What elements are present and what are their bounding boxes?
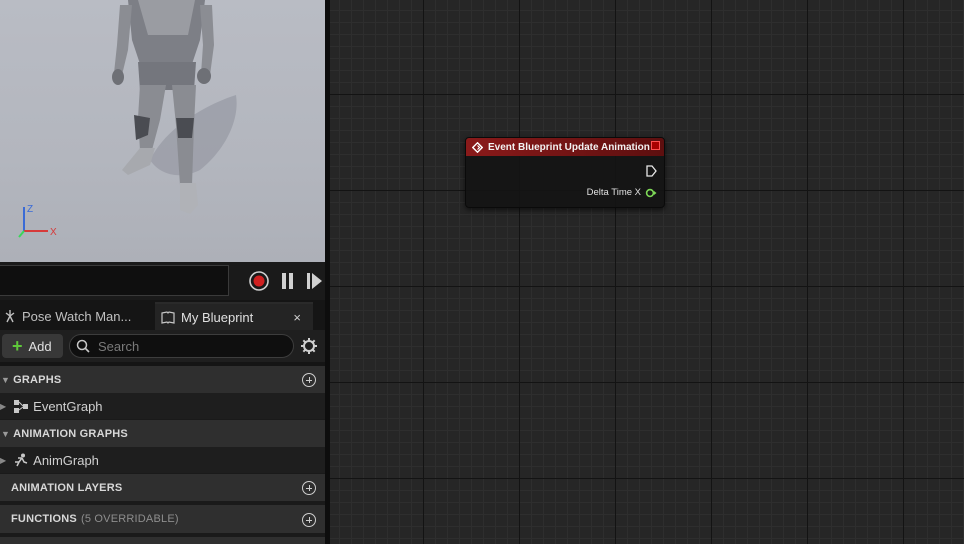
tab-my-blueprint[interactable]: My Blueprint × [155, 302, 313, 330]
section-label: GRAPHS [13, 373, 62, 386]
exec-output-pin-icon[interactable] [646, 164, 657, 182]
chevron-down-icon: ▼ [1, 374, 11, 385]
item-label: EventGraph [33, 398, 103, 414]
anim-graph-icon [14, 453, 28, 467]
chevron-down-icon: ▼ [1, 428, 11, 439]
tab-label: My Blueprint [181, 309, 254, 325]
section-label: ANIMATION GRAPHS [13, 427, 128, 440]
tab-label: Pose Watch Man... [22, 308, 132, 324]
event-node[interactable]: Event Blueprint Update Animation Delta T… [465, 137, 665, 208]
section-animation-graphs[interactable]: ▼ ANIMATION GRAPHS [0, 420, 325, 447]
section-animation-layers[interactable]: ANIMATION LAYERS [0, 474, 325, 501]
tab-pose-watch-manager[interactable]: Pose Watch Man... [0, 302, 150, 330]
animation-viewport[interactable]: Z X [0, 0, 325, 262]
node-title: Event Blueprint Update Animation [488, 141, 650, 153]
list-item-animgraph[interactable]: ▶ AnimGraph [0, 447, 325, 473]
list-item-eventgraph[interactable]: ▶ EventGraph [0, 393, 325, 419]
section-label: FUNCTIONS [11, 513, 77, 525]
blueprint-toolbar: + Add [0, 330, 325, 362]
pin-label: Delta Time X [586, 187, 641, 198]
section-label: ANIMATION LAYERS [11, 481, 123, 494]
chevron-right-icon: ▶ [0, 401, 7, 411]
add-layer-icon[interactable] [302, 481, 316, 495]
pause-icon [282, 273, 293, 289]
axis-z-label: Z [27, 204, 33, 215]
add-button[interactable]: + Add [2, 334, 63, 358]
event-graph-icon [14, 399, 29, 413]
add-button-label: Add [28, 338, 52, 354]
section-sub-label: (5 OVERRIDABLE) [80, 513, 179, 525]
float-output-pin-icon[interactable] [645, 188, 657, 198]
panel-tabs: Pose Watch Man... My Blueprint × [0, 300, 325, 330]
event-diamond-icon [472, 141, 483, 153]
search-input[interactable] [96, 337, 290, 355]
delta-time-pin-row: Delta Time X [587, 187, 657, 198]
blueprint-book-icon [161, 310, 175, 324]
record-icon [249, 271, 269, 291]
add-function-icon[interactable] [302, 513, 316, 527]
section-functions[interactable]: FUNCTIONS (5 OVERRIDABLE) [0, 505, 325, 533]
node-breakpoint-icon[interactable] [651, 141, 660, 150]
chevron-right-icon: ▶ [0, 455, 7, 465]
item-label: AnimGraph [33, 452, 99, 468]
record-button[interactable] [248, 270, 270, 292]
add-graph-icon[interactable] [302, 373, 316, 387]
axis-gizmo: Z X [14, 200, 64, 245]
step-forward-button[interactable] [303, 270, 325, 292]
playback-bar [0, 262, 325, 300]
section-graphs[interactable]: ▼ GRAPHS [0, 366, 325, 393]
axis-x-label: X [50, 227, 57, 238]
search-icon [76, 339, 90, 353]
timeline-scrubber[interactable] [0, 265, 229, 296]
event-graph-canvas[interactable] [330, 0, 964, 544]
step-forward-icon [307, 273, 322, 289]
pause-button[interactable] [277, 270, 299, 292]
search-box[interactable] [69, 334, 294, 358]
gear-icon[interactable] [300, 337, 318, 355]
plus-icon: + [12, 336, 23, 356]
close-icon[interactable]: × [293, 310, 301, 325]
node-header: Event Blueprint Update Animation [466, 138, 664, 156]
section-next [0, 537, 325, 544]
pose-watch-icon [4, 309, 16, 323]
